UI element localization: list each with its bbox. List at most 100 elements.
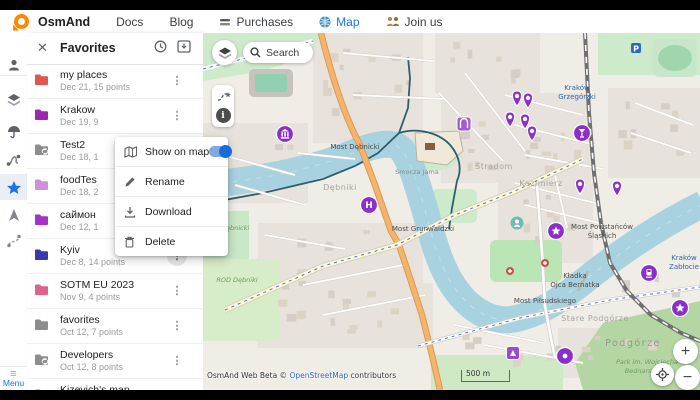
show-on-map-toggle[interactable] xyxy=(209,146,231,157)
plan-route-button[interactable] xyxy=(212,87,234,105)
favorites-group-item[interactable]: KrakowDec 19, 9 ⋮ xyxy=(27,99,203,134)
group-meta: Dec 18, 2 xyxy=(60,187,99,197)
group-options-button[interactable]: ⋮ xyxy=(167,351,187,371)
plan-route-icon xyxy=(7,234,21,248)
nav-blog[interactable]: Blog xyxy=(169,15,193,29)
zoom-in-button[interactable]: + xyxy=(673,339,698,364)
zoom-out-button[interactable]: − xyxy=(675,365,700,390)
map-canvas[interactable]: Most DębnickiDębnikiPark DębnickiROD Dęb… xyxy=(203,33,700,390)
sidebar-item-favorites[interactable] xyxy=(0,176,27,198)
map-label: Kładka xyxy=(563,272,587,280)
close-icon[interactable]: ✕ xyxy=(37,40,48,56)
track-icon xyxy=(6,153,21,167)
group-meta: Dec 21, 15 points xyxy=(60,82,130,92)
menu-item-show-on-map[interactable]: Show on map xyxy=(115,137,228,166)
history-icon[interactable] xyxy=(154,40,167,53)
folder-icon xyxy=(34,178,49,191)
group-name: foodTes xyxy=(60,174,97,186)
group-name: саймон xyxy=(60,209,96,221)
group-options-button[interactable]: ⋮ xyxy=(167,386,187,390)
nav-purchases[interactable]: Purchases xyxy=(219,15,293,29)
map-label: Podgórze xyxy=(605,338,661,349)
map-label: Most Grunwaldzki xyxy=(392,225,454,233)
group-name: Kizevich's map xyxy=(60,384,130,390)
map-label: Stradom xyxy=(475,162,513,171)
tool-sidebar: ≡ Menu xyxy=(0,33,28,390)
folder-icon xyxy=(34,143,49,156)
map-attribution: OsmAnd Web Beta © OpenStreetMap contribu… xyxy=(207,371,396,380)
sidebar-item-plan-route[interactable] xyxy=(0,230,27,252)
purchases-icon xyxy=(219,17,231,27)
map-label: Most Dębnicki xyxy=(330,143,379,151)
menu-item-download[interactable]: Download xyxy=(115,196,228,226)
top-navbar: OsmAnd Docs Blog Purchases Map Join us xyxy=(0,10,700,34)
svg-text:P: P xyxy=(633,44,639,53)
favorites-group-item[interactable]: DevelopersOct 12, 8 points⋮ xyxy=(27,344,203,379)
poi-marker[interactable] xyxy=(511,217,524,230)
map-tools-panel: i xyxy=(212,85,234,127)
menu-item-label: Download xyxy=(145,206,228,218)
sidebar-item-tracks[interactable] xyxy=(0,149,27,171)
group-context-menu: Show on map Rename Download Delete xyxy=(115,137,228,256)
square-gate-marker[interactable] xyxy=(457,117,471,131)
folder-icon xyxy=(34,73,49,86)
map-label: ROD Dębniki xyxy=(216,276,258,284)
nav-map[interactable]: Map xyxy=(319,15,359,29)
map-search[interactable]: Search xyxy=(243,42,313,63)
group-options-button[interactable]: ⋮ xyxy=(167,281,187,301)
favorites-group-item[interactable]: favoritesOct 12, 7 points⋮ xyxy=(27,309,203,344)
nav-docs[interactable]: Docs xyxy=(116,15,143,29)
favorites-group-item[interactable]: SOTM EU 2023Nov 9, 4 points⋮ xyxy=(27,274,203,309)
map-layers-button[interactable] xyxy=(212,40,237,65)
globe-icon xyxy=(319,16,331,28)
circle-wine-marker[interactable] xyxy=(574,125,591,142)
sidebar-item-account[interactable] xyxy=(0,54,27,76)
import-icon[interactable] xyxy=(177,40,191,53)
circle-tram-marker[interactable] xyxy=(641,265,658,282)
info-button[interactable]: i xyxy=(216,108,231,123)
circle-star-marker[interactable] xyxy=(672,300,689,317)
menu-item-delete[interactable]: Delete xyxy=(115,226,228,256)
medical-poi-icon[interactable] xyxy=(506,267,514,275)
search-label: Search xyxy=(266,47,299,59)
group-meta: Dec 19, 9 xyxy=(60,117,99,127)
menu-item-rename[interactable]: Rename xyxy=(115,166,228,196)
sidebar-item-layers[interactable] xyxy=(0,89,27,111)
group-name: Test2 xyxy=(60,139,85,151)
parking-icon[interactable]: P xyxy=(631,43,641,53)
group-options-button[interactable]: ⋮ xyxy=(167,316,187,336)
locate-button[interactable] xyxy=(651,363,674,386)
brand-name[interactable]: OsmAnd xyxy=(38,15,90,29)
map-area[interactable]: Most DębnickiDębnikiPark DębnickiROD Dęb… xyxy=(203,33,700,390)
openstreetmap-link[interactable]: OpenStreetMap xyxy=(289,371,348,380)
menu-button[interactable]: ≡ Menu xyxy=(0,366,27,388)
circle-star-marker[interactable] xyxy=(548,223,565,240)
screenshot-stage: OsmAnd Docs Blog Purchases Map Join us xyxy=(0,0,700,400)
map-icon xyxy=(124,146,137,158)
group-meta: Nov 9, 4 points xyxy=(60,292,120,302)
favorites-group-item[interactable]: Kizevich's mapOct 10, 20 points⋮ xyxy=(27,379,203,390)
panel-title: Favorites xyxy=(60,41,116,55)
scale-bar: 500 m xyxy=(461,370,510,382)
menu-item-label: Rename xyxy=(145,176,228,188)
group-name: Krakow xyxy=(60,104,95,116)
map-label: Kazimierz xyxy=(519,179,562,188)
map-label: Smocza Jama xyxy=(395,168,439,176)
stadium-west xyxy=(249,69,293,97)
folder-icon xyxy=(34,283,49,296)
folder-icon xyxy=(34,213,49,226)
circle-dot-marker[interactable] xyxy=(557,348,574,365)
circle-h-marker[interactable]: H xyxy=(361,197,378,214)
group-options-button[interactable]: ⋮ xyxy=(167,106,187,126)
map-label: Kraków xyxy=(564,84,590,92)
map-label: Grzegórzki xyxy=(558,93,596,101)
group-options-button[interactable]: ⋮ xyxy=(167,71,187,91)
nav-join-us[interactable]: Join us xyxy=(386,15,443,29)
square-poi-marker[interactable] xyxy=(507,347,520,360)
medical-poi-icon[interactable] xyxy=(541,259,549,267)
favorites-group-item[interactable]: my placesDec 21, 15 points⋮ xyxy=(27,64,203,99)
circle-museum-marker[interactable] xyxy=(277,126,294,143)
sidebar-item-navigation[interactable] xyxy=(0,204,27,226)
sidebar-item-weather[interactable] xyxy=(0,121,27,143)
osmand-logo-icon[interactable] xyxy=(14,14,30,30)
